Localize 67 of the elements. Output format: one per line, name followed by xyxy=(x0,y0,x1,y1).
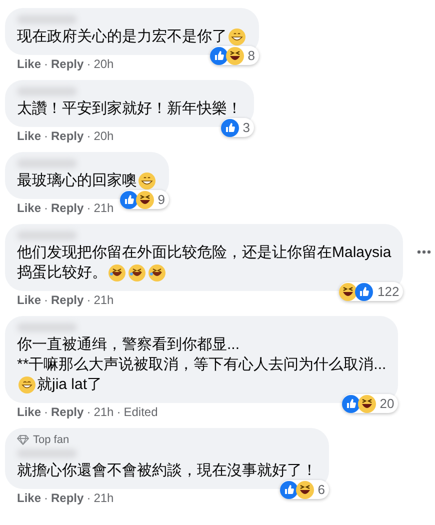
reply-link[interactable]: Reply xyxy=(51,491,84,506)
smiling-face-icon xyxy=(18,376,36,394)
reaction-summary[interactable]: 3 xyxy=(220,118,254,137)
separator-dot: · xyxy=(86,293,91,308)
laughing-face-icon xyxy=(226,46,244,64)
reaction-summary[interactable]: 122 xyxy=(339,282,404,301)
thumbs-up-icon xyxy=(355,282,374,300)
separator-dot: · xyxy=(44,201,48,216)
separator-dot: · xyxy=(86,491,91,506)
separator-dot: · xyxy=(86,201,91,216)
reaction-summary[interactable]: 6 xyxy=(280,480,329,499)
separator-dot: · xyxy=(116,405,121,420)
timestamp[interactable]: 20h xyxy=(94,57,114,72)
separator-dot: · xyxy=(44,405,48,420)
reaction-summary[interactable]: 9 xyxy=(120,190,169,209)
comment-text: **干嘛那么大声说被取消，等下有心人去问为什么取消... xyxy=(17,355,386,375)
comment-text: 你一直被通缉，警察看到你都显... xyxy=(17,335,240,355)
reaction-summary[interactable]: 20 xyxy=(342,394,398,413)
grinning-face-icon xyxy=(138,172,156,190)
laughing-tears-icon xyxy=(108,264,126,282)
laughing-face-icon xyxy=(358,394,376,412)
comment-text: 现在政府关心的是力宏不是你了 xyxy=(17,27,227,47)
reply-link[interactable]: Reply xyxy=(51,129,84,144)
timestamp[interactable]: 21h xyxy=(94,491,114,506)
separator-dot: · xyxy=(44,129,48,144)
like-link[interactable]: Like xyxy=(17,405,42,420)
timestamp[interactable]: 21h xyxy=(94,201,114,216)
timestamp[interactable]: 21h xyxy=(94,405,114,420)
comment-text: 捣蛋比较好。 xyxy=(17,263,107,283)
like-link[interactable]: Like xyxy=(17,129,42,144)
laughing-face-icon xyxy=(136,190,154,208)
separator-dot: · xyxy=(86,57,91,72)
top-fan-label: Top fan xyxy=(33,434,70,446)
laughing-face-icon xyxy=(339,282,358,300)
separator-dot: · xyxy=(44,57,48,72)
comment-text: 他们发现把你留在外面比较危险，还是让你留在Malaysia xyxy=(17,243,392,263)
reaction-summary[interactable]: 8 xyxy=(210,46,259,65)
laughing-face-icon xyxy=(296,480,314,498)
like-link[interactable]: Like xyxy=(17,491,42,506)
like-link[interactable]: Like xyxy=(17,293,42,308)
separator-dot: · xyxy=(44,491,48,506)
grinning-face-icon xyxy=(228,28,246,46)
separator-dot: · xyxy=(86,405,91,420)
comment-text: 最玻璃心的回家噢 xyxy=(17,171,137,191)
comment-text: 太讚！平安到家就好！新年快樂！ xyxy=(17,99,242,119)
diamond-icon xyxy=(17,435,29,445)
comment-text: 就jia lat了 xyxy=(37,375,102,395)
reply-link[interactable]: Reply xyxy=(51,405,84,420)
separator-dot: · xyxy=(44,293,48,308)
reply-link[interactable]: Reply xyxy=(51,57,84,72)
laughing-tears-icon xyxy=(128,264,146,282)
thumbs-up-icon xyxy=(342,394,360,412)
reply-link[interactable]: Reply xyxy=(51,201,84,216)
reply-link[interactable]: Reply xyxy=(51,293,84,308)
thumbs-up-icon xyxy=(280,480,298,498)
timestamp[interactable]: 20h xyxy=(94,129,114,144)
thumbs-up-icon xyxy=(120,190,138,208)
comment-text: 就擔心你還會不會被約談，現在沒事就好了！ xyxy=(17,461,317,481)
thumbs-up-icon xyxy=(210,46,228,64)
thumbs-up-icon xyxy=(220,118,239,136)
timestamp[interactable]: 21h xyxy=(94,293,114,308)
edited-label: Edited xyxy=(124,405,158,420)
separator-dot: · xyxy=(86,129,91,144)
like-link[interactable]: Like xyxy=(17,201,42,216)
more-icon[interactable] xyxy=(417,250,432,254)
laughing-tears-icon xyxy=(148,264,166,282)
like-link[interactable]: Like xyxy=(17,57,42,72)
